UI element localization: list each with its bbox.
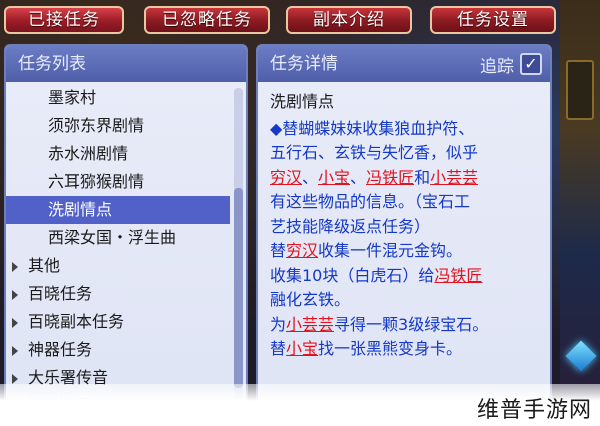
- description-text: 收集10块（白虎石）给: [270, 265, 435, 285]
- description-text: 、: [302, 167, 319, 187]
- task-group-item[interactable]: 百晓任务: [6, 280, 230, 308]
- task-list-item-label: 神器任务: [28, 340, 93, 359]
- description-text: 找一张黑熊变身卡。: [318, 339, 463, 358]
- description-text: 收集一件混元金钩。: [318, 241, 463, 260]
- task-list-item-label: 赤水洲剧情: [48, 144, 129, 163]
- description-text: 替: [270, 339, 287, 358]
- description-line: 为小芸芸寻得一颗3级绿宝石。: [270, 313, 540, 338]
- task-title: 洗剧情点: [270, 92, 335, 111]
- task-group-item[interactable]: 其他: [6, 252, 230, 280]
- description-line: 收集10块（白虎石）给冯铁匠: [270, 264, 540, 289]
- description-text: 为: [270, 314, 287, 334]
- description-text: 、: [350, 167, 367, 187]
- description-text: 有这些物品的信息。（宝石工: [270, 192, 471, 211]
- npc-link[interactable]: 冯铁匠: [434, 266, 482, 285]
- task-list-item[interactable]: 六耳猕猴剧情: [6, 168, 230, 196]
- track-checkbox[interactable]: ✓: [520, 53, 542, 75]
- tab-accepted-tasks[interactable]: 已接任务: [4, 6, 124, 34]
- npc-link[interactable]: 穷汉: [286, 241, 318, 260]
- triangle-right-icon: [12, 345, 18, 356]
- watermark: 维普手游网: [476, 398, 592, 423]
- scrollbar-thumb[interactable]: [234, 188, 243, 388]
- tab-dungeon-intro[interactable]: 副本介绍: [286, 6, 412, 34]
- scene-frame-decoration: [566, 60, 594, 120]
- task-list-item-label: 百晓副本任务: [28, 312, 125, 331]
- triangle-right-icon: [12, 317, 18, 328]
- task-list-item-label: 墨家村: [48, 88, 97, 107]
- triangle-right-icon: [12, 289, 18, 300]
- description-line: 替穷汉收集一件混元金钩。: [270, 239, 540, 264]
- task-detail-panel: 任务详情 追踪 ✓ 洗剧情点 ◆替蝴蝶妹妹收集狼血护符、 五行石、玄铁与失忆香，似…: [256, 44, 552, 416]
- tab-ignored-tasks[interactable]: 已忽略任务: [144, 6, 270, 34]
- task-group-item[interactable]: 百晓副本任务: [6, 308, 230, 336]
- tab-bar: 已接任务 已忽略任务 副本介绍 任务设置: [4, 6, 556, 34]
- task-description: ◆替蝴蝶妹妹收集狼血护符、 五行石、玄铁与失忆香，似乎 穷汉、小宝、冯铁匠和小芸芸有…: [270, 117, 540, 362]
- task-list-item[interactable]: 墨家村: [6, 84, 230, 112]
- npc-link[interactable]: 小宝: [318, 168, 350, 187]
- tab-task-settings[interactable]: 任务设置: [430, 6, 556, 34]
- task-list-item-label: 洗剧情点: [48, 200, 113, 219]
- task-detail-content: 洗剧情点 ◆替蝴蝶妹妹收集狼血护符、 五行石、玄铁与失忆香，似乎 穷汉、小宝、冯铁匠…: [270, 90, 540, 362]
- description-text: 寻得一颗3级绿宝石。: [334, 314, 489, 334]
- task-list-scrollbar[interactable]: [234, 88, 243, 410]
- description-line: 五行石、玄铁与失忆香，似乎: [270, 141, 540, 166]
- description-text: 替: [270, 241, 287, 260]
- task-list-item[interactable]: 须弥东界剧情: [6, 112, 230, 140]
- task-group-item[interactable]: 神器任务: [6, 336, 230, 364]
- description-text: 融化玄铁。: [270, 290, 351, 309]
- track-label: 追踪: [480, 56, 514, 77]
- game-scene-edge: [560, 0, 600, 426]
- description-text: 五行石、玄铁与失忆香，似乎: [270, 143, 479, 162]
- description-line: 融化玄铁。: [270, 288, 540, 313]
- task-list: 墨家村须弥东界剧情 赤水洲剧情六耳猕猴剧情 洗剧情点西梁女国・浮生曲其他百晓任务百晓…: [6, 84, 230, 414]
- npc-link[interactable]: 穷汉: [270, 168, 302, 187]
- task-list-item-label: 须弥东界剧情: [48, 116, 145, 135]
- description-text: 和: [414, 167, 431, 187]
- npc-link[interactable]: 小芸芸: [286, 315, 334, 334]
- task-list-item[interactable]: 赤水洲剧情: [6, 140, 230, 168]
- task-list-header: 任务列表: [6, 46, 246, 82]
- npc-link[interactable]: 冯铁匠: [366, 168, 414, 187]
- task-list-panel: 任务列表 墨家村须弥东界剧情 赤水洲剧情六耳猕猴剧情 洗剧情点西梁女国・浮生曲其他百…: [4, 44, 248, 416]
- description-line: 穷汉、小宝、冯铁匠和小芸芸: [270, 166, 540, 191]
- task-list-item-label: 六耳猕猴剧情: [48, 172, 145, 191]
- task-list-item[interactable]: 西梁女国・浮生曲: [6, 224, 230, 252]
- description-line: 替小宝找一张黑熊变身卡。: [270, 337, 540, 362]
- description-line: 艺技能降级返点任务）: [270, 215, 540, 240]
- npc-link[interactable]: 小宝: [286, 339, 318, 358]
- track-toggle[interactable]: 追踪 ✓: [480, 52, 542, 77]
- gem-icon: [565, 340, 597, 372]
- task-list-item-label: 西梁女国・浮生曲: [48, 228, 177, 247]
- npc-link[interactable]: 小芸芸: [430, 168, 478, 187]
- task-list-item-label: 其他: [28, 256, 61, 275]
- description-text: 艺技能降级返点任务）: [270, 216, 431, 236]
- triangle-right-icon: [12, 261, 18, 272]
- task-detail-title-label: 任务详情: [270, 54, 338, 74]
- triangle-right-icon: [12, 373, 18, 384]
- description-text: ◆替蝴蝶妹妹收集狼血护符、: [270, 118, 475, 138]
- description-line: ◆替蝴蝶妹妹收集狼血护符、: [270, 117, 540, 142]
- description-line: 有这些物品的信息。（宝石工: [270, 190, 540, 215]
- checkmark-icon: ✓: [524, 54, 538, 73]
- task-list-item-label: 百晓任务: [28, 284, 93, 303]
- task-list-item[interactable]: 洗剧情点: [6, 196, 230, 224]
